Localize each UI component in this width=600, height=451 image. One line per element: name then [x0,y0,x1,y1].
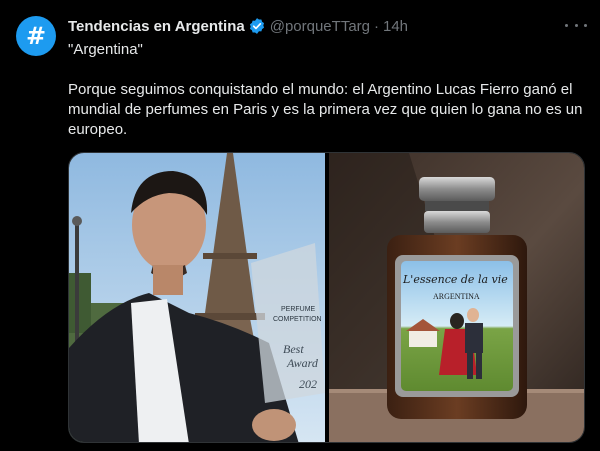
tweet-media-grid[interactable]: PERFUME COMPETITION Best Award 202 L'ess… [68,152,585,443]
trophy-text-best: Best [283,342,304,356]
display-name[interactable]: Tendencias en Argentina [68,18,245,35]
trophy-text-competition: COMPETITION [273,316,322,323]
account-handle[interactable]: @porqueTTarg [270,18,370,35]
label-country-text: ARGENTINA [433,292,480,301]
tweet-quote-text: "Argentina" [68,41,143,58]
more-options-icon[interactable] [565,16,587,34]
hashtag-avatar-icon: # [25,22,47,50]
label-script-text: L'essence de la vie [402,273,508,286]
tweet-article[interactable]: # Tendencias en Argentina @porqueTTarg ·… [0,0,600,451]
media-images: PERFUME COMPETITION Best Award 202 L'ess… [69,153,584,442]
left-photo: PERFUME COMPETITION Best Award 202 [69,153,325,442]
trophy-text-award: Award [286,356,319,370]
tweet-header: Tendencias en Argentina @porqueTTarg · 1… [68,15,408,37]
tweet-timestamp[interactable]: 14h [383,18,408,35]
trophy-text-year: 202 [299,377,317,391]
tweet-body-text: Porque seguimos conquistando el mundo: e… [68,81,583,138]
verified-badge-icon [249,18,264,34]
trophy-text-perfume: PERFUME [281,306,316,313]
separator-dot: · [374,17,379,35]
right-photo: L'essence de la vie ARGENTINA [329,153,584,442]
avatar[interactable]: # [16,16,56,56]
